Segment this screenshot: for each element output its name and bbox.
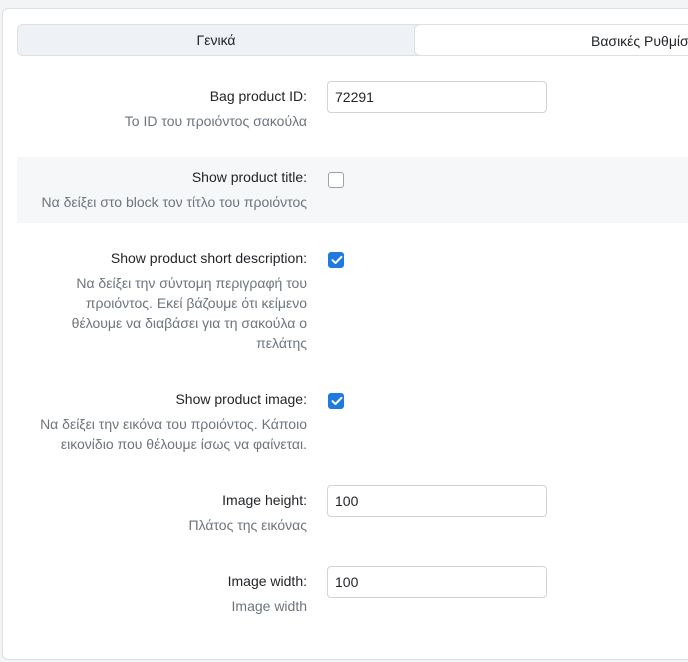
field-help: Να δείξει την εικόνα του προιόντος. Κάπο… [7,414,307,454]
tab-bar: Γενικά Βασικές Ρυθμίσ [17,24,688,56]
checkmark-icon [331,255,343,264]
field-label: Bag product ID: [209,88,307,104]
show-short-description-checkbox[interactable] [328,252,344,268]
show-product-image-checkbox[interactable] [328,393,344,409]
help-line: θέλουμε να διαβάσει για τη σακούλα ο [71,315,307,331]
field-label: Show product title: [191,169,307,185]
image-width-input[interactable]: 100 [327,566,547,598]
page: Γενικά Βασικές Ρυθμίσ Bag product ID: Το… [0,0,688,662]
help-line: προιόντος. Εκεί βάζουμε ότι κείμενο [85,295,307,311]
field-label: Show product image: [175,391,307,407]
field-help: Image width [231,598,307,614]
tab-basic-settings[interactable]: Βασικές Ρυθμίσ [414,24,688,56]
field-label: Image height: [222,492,307,508]
field-help: Να δείξει στο block τον τίτλο του προιόν… [41,194,307,210]
field-show-product-image: Show product image: Να δείξει την εικόνα… [17,379,688,459]
help-line: εικονίδιο που θέλουμε ίσως να φαίνεται. [60,436,307,452]
field-label: Image width: [227,573,307,589]
help-line: Να δείξει την σύντομη περιγραφή του [76,275,307,291]
field-help: Το ID του προιόντος σακούλα [124,113,307,129]
bag-product-id-input[interactable]: 72291 [327,81,547,113]
help-line: πελάτης [256,335,307,351]
help-line: Να δείξει την εικόνα του προιόντος. Κάπο… [40,416,307,432]
image-height-input[interactable]: 100 [327,485,547,517]
field-label: Show product short description: [110,250,307,266]
show-product-title-checkbox[interactable] [328,172,344,188]
field-show-short-description: Show product short description: Να δείξε… [17,238,688,358]
field-bag-product-id: Bag product ID: Το ID του προιόντος σακο… [17,74,688,146]
field-show-product-title: Show product title: Να δείξει στο block … [17,157,688,223]
checkmark-icon [331,396,343,405]
tab-general[interactable]: Γενικά [18,24,414,56]
field-image-width: Image width: Image width 100 [17,559,688,621]
field-help: Να δείξει την σύντομη περιγραφή του προι… [7,273,307,353]
field-help: Πλάτος της εικόνας [188,517,307,533]
field-image-height: Image height: Πλάτος της εικόνας 100 [17,478,688,540]
